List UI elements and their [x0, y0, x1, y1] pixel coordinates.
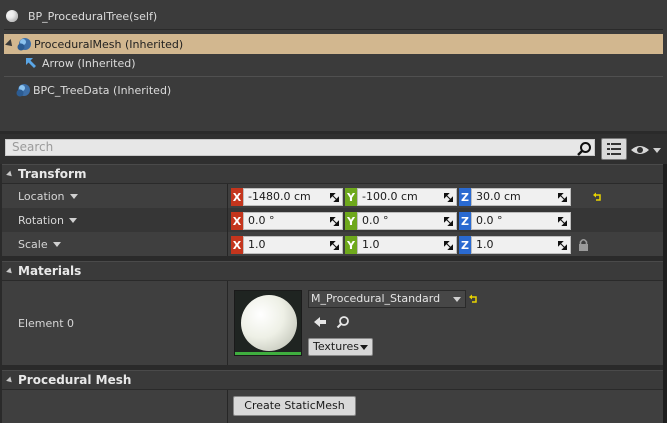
view-options-eye-icon[interactable]	[630, 143, 664, 157]
lock-icon[interactable]	[578, 238, 589, 252]
scale-x-field[interactable]: X 1.0	[231, 236, 343, 254]
tree-item-bpc-treedata-label: BPC_TreeData (Inherited)	[33, 83, 172, 97]
tree-item-arrow-label: Arrow (Inherited)	[42, 56, 136, 70]
list-view-icon	[607, 143, 621, 155]
category-materials-label: Materials	[18, 264, 82, 278]
collapse-arrow-icon	[6, 267, 14, 275]
column-splitter[interactable]	[227, 232, 228, 256]
tree-item-self-label: BP_ProceduralTree(self)	[28, 9, 158, 23]
location-x-value: -1480.0 cm	[248, 190, 311, 203]
browse-asset-search-icon[interactable]	[336, 315, 350, 329]
scrollbar-track[interactable]	[663, 164, 667, 423]
location-y-field[interactable]: Y -100.0 cm	[345, 188, 457, 206]
collapse-arrow-icon[interactable]	[5, 39, 15, 49]
arrow-component-icon	[26, 58, 36, 68]
scale-x-value: 1.0	[248, 238, 266, 251]
category-transform-label: Transform	[18, 167, 87, 181]
material-sphere-preview	[241, 295, 297, 351]
material-name: M_Procedural_Standard	[311, 292, 441, 305]
location-y-value: -100.0 cm	[362, 190, 418, 203]
scale-label[interactable]: Scale	[18, 232, 61, 256]
textures-dropdown-button[interactable]: Textures	[308, 338, 373, 356]
rotation-y-value: 0.0 °	[362, 214, 389, 227]
axis-z-tag: Z	[459, 212, 471, 230]
location-x-field[interactable]: X -1480.0 cm	[231, 188, 343, 206]
mesh-component-icon	[16, 84, 30, 97]
reset-to-default-icon[interactable]	[469, 294, 479, 304]
chevron-down-icon	[52, 241, 61, 247]
collapse-arrow-icon	[6, 376, 14, 384]
scale-z-field[interactable]: Z 1.0	[459, 236, 571, 254]
collapse-arrow-icon	[6, 170, 14, 178]
tree-item-bpc-treedata[interactable]: BPC_TreeData (Inherited)	[15, 80, 171, 100]
drag-resize-icon[interactable]	[330, 217, 339, 226]
rotation-label[interactable]: Rotation	[18, 208, 78, 232]
rotation-z-value: 0.0 °	[476, 214, 503, 227]
material-thumbnail[interactable]	[234, 290, 302, 356]
axis-y-tag: Y	[345, 188, 357, 206]
chevron-down-icon	[69, 217, 78, 223]
axis-z-tag: Z	[459, 236, 471, 254]
scale-z-value: 1.0	[476, 238, 494, 251]
location-z-value: 30.0 cm	[476, 190, 521, 203]
category-materials-header[interactable]: Materials	[2, 261, 665, 280]
tree-item-arrow[interactable]: Arrow (Inherited)	[24, 53, 136, 73]
drag-resize-icon[interactable]	[558, 217, 567, 226]
drag-resize-icon[interactable]	[558, 241, 567, 250]
tree-item-proceduralmesh-label: ProceduralMesh (Inherited)	[34, 37, 184, 51]
textures-label: Textures	[313, 340, 359, 353]
axis-x-tag: X	[231, 188, 243, 206]
drag-resize-icon[interactable]	[558, 193, 567, 202]
column-splitter[interactable]	[227, 184, 228, 208]
search-input[interactable]: Search	[5, 139, 595, 156]
axis-x-tag: X	[231, 236, 243, 254]
rotation-x-value: 0.0 °	[248, 214, 275, 227]
use-selected-asset-arrow-icon[interactable]	[313, 315, 327, 329]
chevron-down-icon	[69, 193, 78, 199]
axis-z-tag: Z	[459, 188, 471, 206]
material-type-bar	[235, 352, 301, 355]
components-tree: BP_ProceduralTree(self) ProceduralMesh (…	[0, 0, 667, 131]
create-staticmesh-button[interactable]: Create StaticMesh	[233, 396, 356, 416]
rotation-z-field[interactable]: Z 0.0 °	[459, 212, 571, 230]
tree-divider	[4, 29, 663, 30]
material-combo-box[interactable]: M_Procedural_Standard	[308, 290, 466, 308]
chevron-down-icon	[360, 345, 368, 350]
scale-y-field[interactable]: Y 1.0	[345, 236, 457, 254]
drag-resize-icon[interactable]	[330, 193, 339, 202]
column-splitter[interactable]	[227, 208, 228, 232]
tree-divider	[4, 76, 663, 77]
tree-item-self[interactable]: BP_ProceduralTree(self)	[6, 6, 157, 26]
property-matrix-button[interactable]	[601, 138, 627, 160]
category-transform-header[interactable]: Transform	[2, 164, 665, 183]
drag-resize-icon[interactable]	[444, 241, 453, 250]
category-procedural-mesh-header[interactable]: Procedural Mesh	[2, 370, 665, 389]
axis-y-tag: Y	[345, 212, 357, 230]
element0-label: Element 0	[18, 316, 75, 330]
mesh-component-icon	[17, 38, 31, 51]
drag-resize-icon[interactable]	[444, 217, 453, 226]
rotation-x-field[interactable]: X 0.0 °	[231, 212, 343, 230]
actor-self-icon	[6, 10, 18, 22]
drag-resize-icon[interactable]	[330, 241, 339, 250]
tree-item-proceduralmesh[interactable]: ProceduralMesh (Inherited)	[4, 34, 663, 54]
reset-to-default-icon[interactable]	[593, 192, 603, 202]
axis-y-tag: Y	[345, 236, 357, 254]
scale-y-value: 1.0	[362, 238, 380, 251]
chevron-down-icon	[453, 297, 461, 302]
drag-resize-icon[interactable]	[444, 193, 453, 202]
location-label[interactable]: Location	[18, 184, 78, 208]
category-procedural-mesh-label: Procedural Mesh	[18, 373, 132, 387]
location-z-field[interactable]: Z 30.0 cm	[459, 188, 571, 206]
column-splitter[interactable]	[227, 281, 228, 365]
details-search-bar: Search	[0, 134, 667, 164]
rotation-y-field[interactable]: Y 0.0 °	[345, 212, 457, 230]
column-splitter[interactable]	[227, 390, 228, 423]
axis-x-tag: X	[231, 212, 243, 230]
search-icon[interactable]	[576, 141, 592, 157]
